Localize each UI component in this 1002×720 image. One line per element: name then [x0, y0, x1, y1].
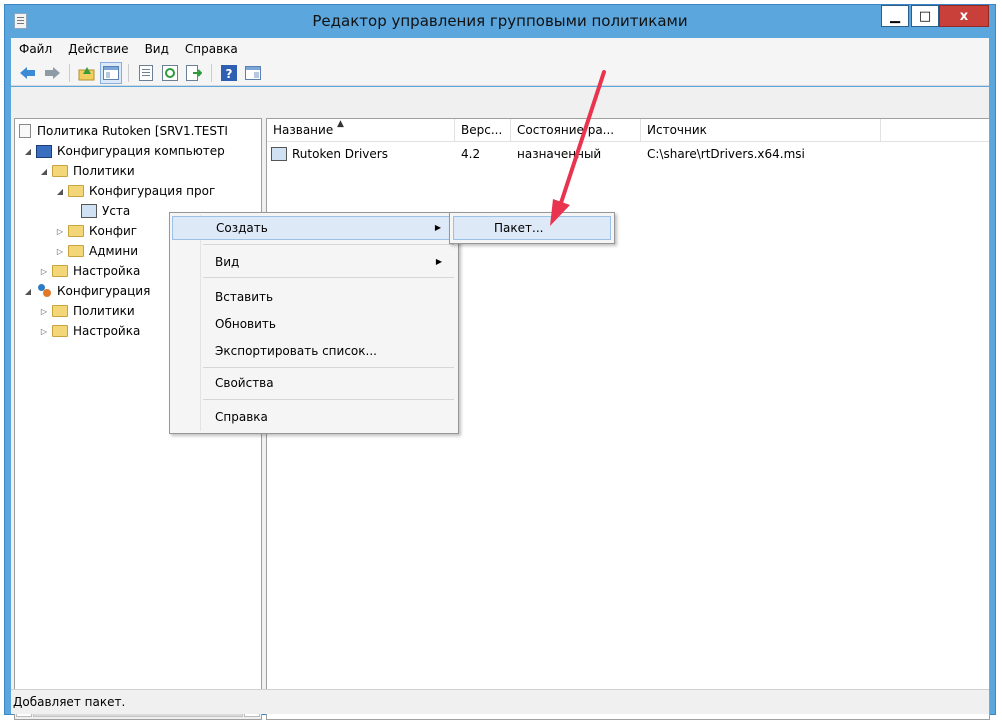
annotation-arrow-icon — [550, 70, 606, 226]
